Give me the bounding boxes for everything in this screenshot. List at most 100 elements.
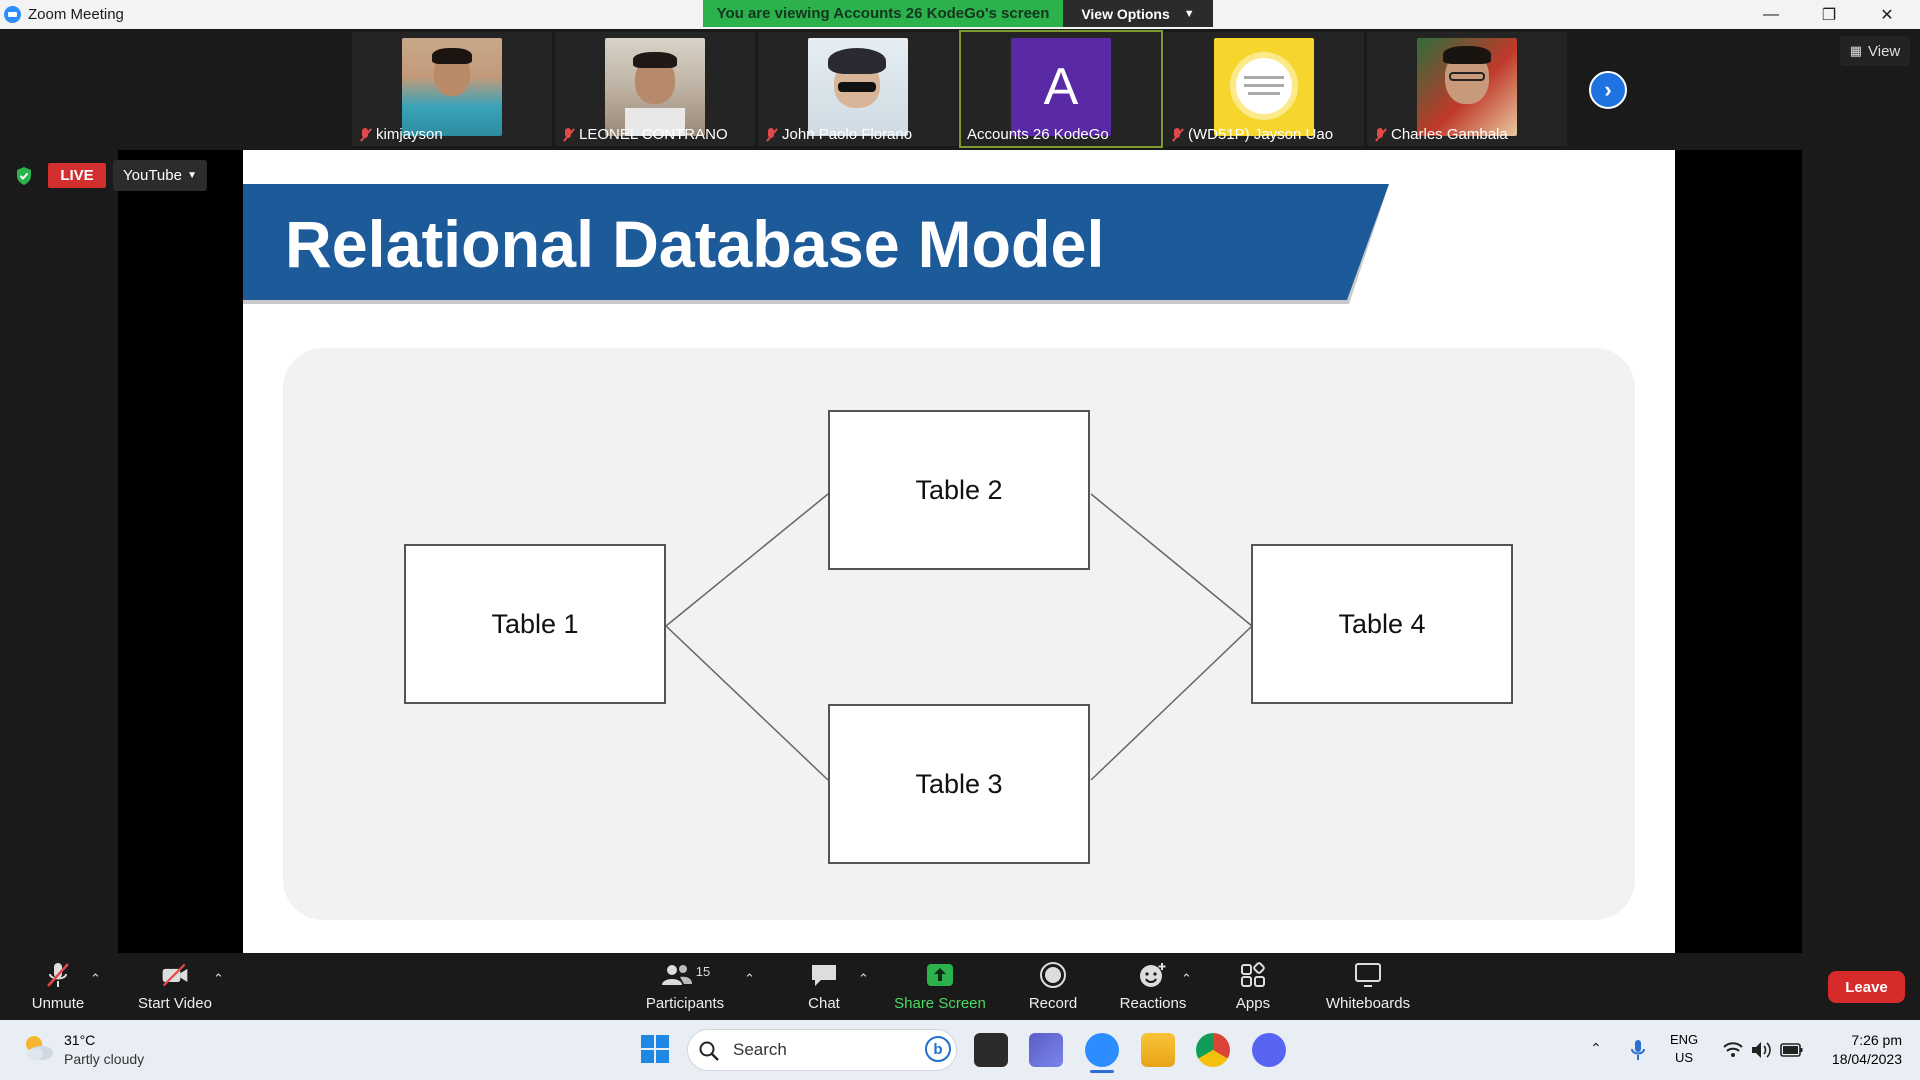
mic-muted-icon bbox=[1373, 127, 1387, 142]
close-button[interactable]: ✕ bbox=[1858, 0, 1916, 29]
windows-start-icon[interactable] bbox=[639, 1033, 671, 1065]
volume-icon[interactable] bbox=[1750, 1040, 1772, 1060]
chat-label: Chat bbox=[808, 995, 840, 1012]
connector-1-3 bbox=[665, 625, 829, 781]
participant-tile[interactable]: John Paolo Florano bbox=[758, 32, 958, 146]
video-off-icon bbox=[160, 961, 190, 989]
taskbar-search[interactable]: Search bbox=[687, 1029, 957, 1071]
participant-name: John Paolo Florano bbox=[782, 126, 913, 143]
participant-name: Accounts 26 KodeGo bbox=[967, 126, 1109, 143]
share-screen-label: Share Screen bbox=[894, 995, 986, 1012]
people-icon bbox=[661, 965, 692, 985]
active-app-indicator bbox=[1090, 1070, 1114, 1073]
view-button[interactable]: ▦ View bbox=[1840, 36, 1910, 66]
reactions-icon bbox=[1138, 961, 1168, 989]
start-video-button[interactable]: Start Video bbox=[133, 953, 217, 1020]
participants-label: Participants bbox=[645, 995, 725, 1012]
chat-options-caret[interactable]: ⌃ bbox=[858, 971, 869, 987]
battery-icon[interactable] bbox=[1780, 1041, 1804, 1059]
participant-avatar-image bbox=[1214, 38, 1314, 136]
bing-icon[interactable]: b bbox=[925, 1036, 951, 1062]
participant-name: (WD51P) Jayson Uao bbox=[1188, 126, 1334, 143]
participant-video bbox=[1417, 38, 1517, 136]
record-button[interactable]: Record bbox=[1020, 953, 1086, 1020]
caret-down-icon: ▼ bbox=[187, 170, 197, 181]
shared-slide: Relational Database Model Table 1 Table … bbox=[243, 150, 1675, 953]
shield-icon bbox=[17, 167, 31, 185]
weather-description[interactable]: Partly cloudy bbox=[64, 1051, 144, 1067]
view-label: View bbox=[1868, 42, 1901, 60]
chat-icon bbox=[809, 961, 839, 989]
participant-video bbox=[605, 38, 705, 136]
live-platform-dropdown[interactable]: YouTube ▼ bbox=[113, 160, 207, 191]
task-view-icon[interactable] bbox=[974, 1033, 1008, 1067]
video-options-caret[interactable]: ⌃ bbox=[213, 971, 224, 987]
table-1-box: Table 1 bbox=[404, 544, 666, 704]
record-icon bbox=[1038, 961, 1068, 989]
participants-count: 15 bbox=[695, 963, 711, 979]
microphone-icon[interactable] bbox=[1628, 1038, 1648, 1062]
audio-options-caret[interactable]: ⌃ bbox=[90, 971, 101, 987]
share-screen-icon bbox=[925, 961, 955, 989]
chevron-down-icon: ▼ bbox=[1183, 7, 1195, 20]
participant-tile[interactable]: Charles Gambala bbox=[1367, 32, 1567, 146]
live-badge[interactable]: LIVE bbox=[48, 163, 106, 188]
chat-button[interactable]: Chat bbox=[794, 953, 854, 1020]
leave-button[interactable]: Leave bbox=[1828, 971, 1905, 1003]
view-options-button[interactable]: View Options ▼ bbox=[1063, 0, 1213, 27]
participant-name: kimjayson bbox=[376, 126, 443, 143]
reactions-button[interactable]: Reactions bbox=[1115, 953, 1191, 1020]
participant-video bbox=[402, 38, 502, 136]
reactions-label: Reactions bbox=[1119, 995, 1187, 1012]
minimize-button[interactable]: — bbox=[1742, 0, 1800, 29]
chevron-right-icon: › bbox=[1604, 77, 1612, 102]
teams-icon[interactable] bbox=[1029, 1033, 1063, 1067]
chevron-up-icon[interactable]: ⌃ bbox=[1590, 1040, 1602, 1057]
mic-muted-icon bbox=[561, 127, 575, 142]
restore-button[interactable]: ❐ bbox=[1800, 0, 1858, 29]
table-3-box: Table 3 bbox=[828, 704, 1090, 864]
participant-tile-active-speaker[interactable]: A Accounts 26 KodeGo bbox=[959, 30, 1163, 148]
weather-temperature[interactable]: 31°C bbox=[64, 1032, 95, 1048]
mic-muted-icon bbox=[1170, 127, 1184, 142]
language-indicator[interactable]: ENG US bbox=[1670, 1031, 1698, 1067]
partly-cloudy-icon[interactable] bbox=[20, 1031, 56, 1065]
whiteboard-icon bbox=[1353, 961, 1383, 989]
whiteboards-label: Whiteboards bbox=[1325, 995, 1411, 1012]
zoom-app-icon bbox=[4, 6, 21, 23]
discord-icon[interactable] bbox=[1252, 1033, 1286, 1067]
zoom-taskbar-icon[interactable] bbox=[1085, 1033, 1119, 1067]
table-2-box: Table 2 bbox=[828, 410, 1090, 570]
file-explorer-icon[interactable] bbox=[1141, 1033, 1175, 1067]
participant-tile[interactable]: kimjayson bbox=[352, 32, 552, 146]
taskbar-clock[interactable]: 7:26 pm 18/04/2023 bbox=[1820, 1031, 1902, 1069]
connector-1-2 bbox=[665, 493, 829, 627]
participant-strip bbox=[0, 29, 1920, 150]
connector-2-4 bbox=[1090, 493, 1253, 627]
apps-label: Apps bbox=[1235, 995, 1271, 1012]
participants-options-caret[interactable]: ⌃ bbox=[744, 971, 755, 987]
wifi-icon[interactable] bbox=[1722, 1040, 1744, 1060]
search-icon bbox=[699, 1041, 719, 1061]
reactions-options-caret[interactable]: ⌃ bbox=[1181, 971, 1192, 987]
clock-time: 7:26 pm bbox=[1851, 1032, 1902, 1048]
chrome-icon[interactable] bbox=[1196, 1033, 1230, 1067]
apps-button[interactable]: Apps bbox=[1222, 953, 1284, 1020]
participant-tile[interactable]: (WD51P) Jayson Uao bbox=[1164, 32, 1364, 146]
viewing-banner: You are viewing Accounts 26 KodeGo's scr… bbox=[703, 0, 1063, 27]
apps-icon bbox=[1238, 961, 1268, 989]
record-label: Record bbox=[1028, 995, 1078, 1012]
unmute-button[interactable]: Unmute bbox=[22, 953, 94, 1020]
clock-date: 18/04/2023 bbox=[1831, 1051, 1902, 1067]
view-options-label: View Options bbox=[1081, 5, 1170, 22]
participants-button[interactable]: 15 Participants bbox=[640, 953, 730, 1020]
language-code: ENG bbox=[1670, 1032, 1699, 1047]
grid-icon: ▦ bbox=[1849, 43, 1863, 58]
whiteboards-button[interactable]: Whiteboards bbox=[1318, 953, 1418, 1020]
mic-muted-icon bbox=[764, 127, 778, 142]
participant-avatar: A bbox=[1011, 38, 1111, 136]
next-page-button[interactable]: › bbox=[1589, 71, 1627, 109]
participant-tile[interactable]: LEONEL CONTRANO bbox=[555, 32, 755, 146]
share-screen-button[interactable]: Share Screen bbox=[890, 953, 990, 1020]
mic-muted-icon bbox=[358, 127, 372, 142]
